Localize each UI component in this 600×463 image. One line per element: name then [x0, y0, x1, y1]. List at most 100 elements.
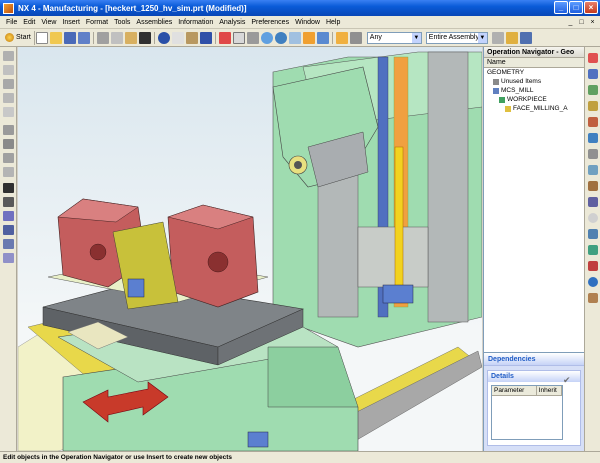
fit-icon[interactable]: [218, 31, 231, 44]
check-icon[interactable]: ✔: [563, 376, 572, 385]
left-toolbar: [0, 47, 17, 451]
menu-bar: File Edit View Insert Format Tools Assem…: [0, 16, 600, 29]
doc-minimize-button[interactable]: _: [566, 18, 575, 27]
operation-navigator-tab-icon[interactable]: [588, 53, 598, 63]
fixture-blue-block: [127, 278, 145, 298]
people-icon[interactable]: [588, 293, 598, 303]
menu-assemblies[interactable]: Assemblies: [133, 19, 175, 26]
info-icon[interactable]: [199, 31, 212, 44]
column-parameter[interactable]: Parameter: [492, 386, 537, 395]
shaded-icon[interactable]: [302, 31, 315, 44]
method-view-icon[interactable]: [3, 167, 14, 177]
undo-icon[interactable]: [157, 31, 170, 44]
web-browser-tab-icon[interactable]: [588, 133, 598, 143]
assembly-navigator-tab-icon[interactable]: [588, 69, 598, 79]
tree-node-face-milling[interactable]: FACE_MILLING_A: [484, 104, 584, 113]
part-navigator-tab-icon[interactable]: [588, 85, 598, 95]
scope-dropdown[interactable]: Entire Assembly ▼: [425, 31, 488, 44]
close-button[interactable]: ×: [584, 1, 598, 14]
geometry-view-icon[interactable]: [3, 153, 14, 163]
create-tool-icon[interactable]: [3, 65, 14, 75]
folder-icon: [493, 78, 499, 85]
shop-docs-icon[interactable]: [3, 253, 14, 263]
snap-icon[interactable]: [349, 31, 362, 44]
menu-window[interactable]: Window: [292, 19, 323, 26]
new-file-icon[interactable]: [35, 31, 48, 44]
crosshair-icon[interactable]: [519, 31, 532, 44]
type-filter-dropdown[interactable]: Any ▼: [366, 31, 422, 44]
menu-file[interactable]: File: [3, 19, 20, 26]
machine-tool-icon[interactable]: [588, 245, 598, 255]
select-filter-icon[interactable]: [335, 31, 348, 44]
copy-icon[interactable]: [110, 31, 123, 44]
reuse-library-tab-icon[interactable]: [588, 117, 598, 127]
history-tab-icon[interactable]: [588, 101, 598, 111]
cut-icon[interactable]: [96, 31, 109, 44]
clock-icon[interactable]: [588, 213, 598, 223]
menu-tools[interactable]: Tools: [111, 19, 133, 26]
globe-icon[interactable]: [588, 277, 598, 287]
doc-close-button[interactable]: ×: [588, 18, 597, 27]
machine-tool-view-icon[interactable]: [3, 139, 14, 149]
menu-format[interactable]: Format: [83, 19, 111, 26]
tree-node-workpiece[interactable]: WORKPIECE: [484, 95, 584, 104]
tree-node-mcs-mill[interactable]: MCS_MILL: [484, 86, 584, 95]
menu-information[interactable]: Information: [175, 19, 216, 26]
dependencies-header[interactable]: Dependencies: [484, 353, 584, 366]
selection-mode-icon[interactable]: [491, 31, 504, 44]
machine-scene: [18, 51, 482, 451]
clipboard-icon[interactable]: [185, 31, 198, 44]
manufacturing-wizard-tab-icon[interactable]: [588, 197, 598, 207]
tree-node-label: FACE_MILLING_A: [513, 105, 568, 112]
details-table: Parameter Inherit: [491, 385, 563, 440]
minimize-button[interactable]: _: [554, 1, 568, 14]
palette-tab-icon[interactable]: [588, 149, 598, 159]
tree-node-geometry[interactable]: GEOMETRY: [484, 68, 584, 77]
graphics-viewport[interactable]: [18, 47, 482, 451]
start-button[interactable]: Start: [2, 30, 35, 45]
zoom-window-icon[interactable]: [232, 31, 245, 44]
menu-preferences[interactable]: Preferences: [248, 19, 292, 26]
verify-icon[interactable]: [3, 211, 14, 221]
start-icon: [5, 33, 14, 42]
zoom-icon[interactable]: [260, 31, 273, 44]
system-scenes-tab-icon[interactable]: [588, 181, 598, 191]
settings-icon[interactable]: [588, 229, 598, 239]
create-geometry-icon[interactable]: [3, 79, 14, 89]
generate-path-icon[interactable]: [3, 183, 14, 193]
create-method-icon[interactable]: [3, 93, 14, 103]
open-folder-icon[interactable]: [49, 31, 62, 44]
column-inherit[interactable]: Inherit: [537, 386, 562, 395]
point-icon[interactable]: [505, 31, 518, 44]
menu-edit[interactable]: Edit: [20, 19, 38, 26]
cursor-icon[interactable]: [171, 31, 184, 44]
list-icon[interactable]: [3, 225, 14, 235]
maximize-button[interactable]: □: [569, 1, 583, 14]
simulation-icon[interactable]: [588, 261, 598, 271]
save-as-icon[interactable]: [77, 31, 90, 44]
menu-analysis[interactable]: Analysis: [216, 19, 248, 26]
doc-restore-button[interactable]: □: [577, 18, 586, 27]
paste-icon[interactable]: [124, 31, 137, 44]
column-inner-panel: [357, 226, 429, 288]
window-title: NX 4 - Manufacturing - [heckert_1250_hv_…: [18, 3, 247, 13]
create-operation-icon[interactable]: [3, 107, 14, 117]
delete-icon[interactable]: [138, 31, 151, 44]
rotate-icon[interactable]: [274, 31, 287, 44]
roles-tab-icon[interactable]: [588, 165, 598, 175]
menu-insert[interactable]: Insert: [59, 19, 83, 26]
tree-node-unused[interactable]: Unused Items: [484, 77, 584, 86]
program-order-icon[interactable]: [3, 125, 14, 135]
view-orient-icon[interactable]: [288, 31, 301, 44]
cube-view-icon[interactable]: [316, 31, 329, 44]
toolbar-divider: [331, 31, 333, 44]
replay-icon[interactable]: [3, 197, 14, 207]
pan-icon[interactable]: [246, 31, 259, 44]
toolbar-divider: [214, 31, 216, 44]
menu-view[interactable]: View: [38, 19, 59, 26]
navigator-column-name[interactable]: Name: [484, 58, 584, 68]
postprocess-icon[interactable]: [3, 239, 14, 249]
create-program-icon[interactable]: [3, 51, 14, 61]
menu-help[interactable]: Help: [323, 19, 343, 26]
save-icon[interactable]: [63, 31, 76, 44]
